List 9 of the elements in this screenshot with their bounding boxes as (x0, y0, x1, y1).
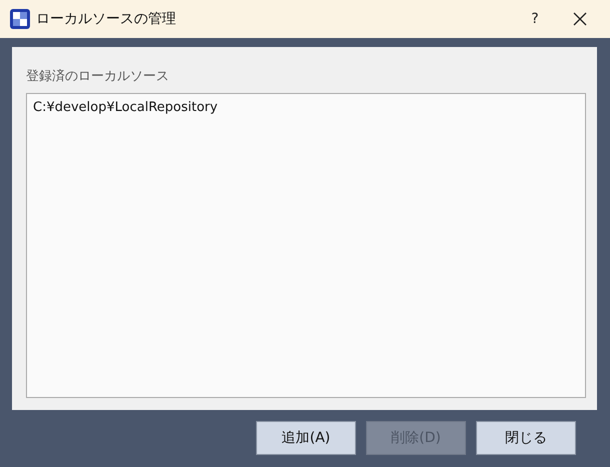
list-label: 登録済のローカルソース (26, 68, 170, 85)
dialog-button[interactable]: 追加(A) (256, 421, 356, 455)
app-icon (10, 9, 30, 29)
list-item[interactable]: C:¥develop¥LocalRepository (33, 100, 579, 115)
close-icon[interactable] (572, 11, 588, 27)
help-button[interactable]: ? (512, 11, 558, 27)
window-title: ローカルソースの管理 (36, 10, 177, 28)
source-list[interactable]: C:¥develop¥LocalRepository (26, 93, 586, 398)
dialog-button[interactable]: 閉じる (476, 421, 576, 455)
